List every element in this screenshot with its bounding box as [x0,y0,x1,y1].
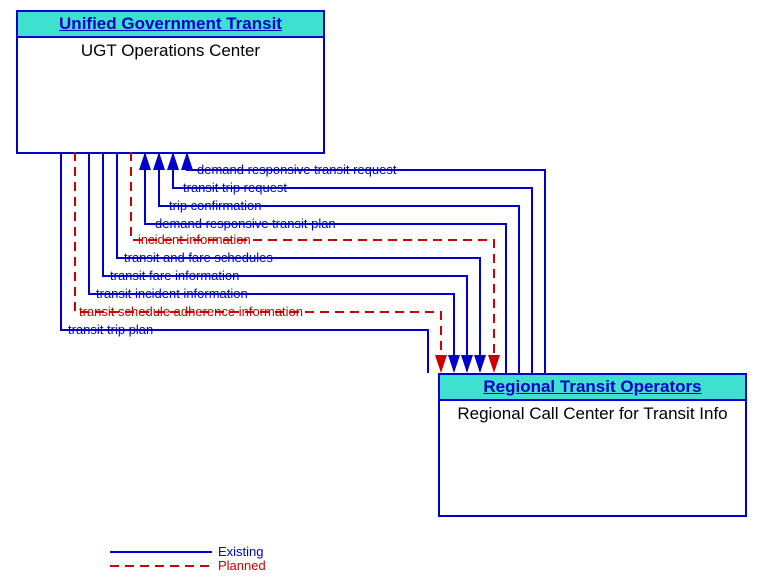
flow-transit-fare-information: transit fare information [110,268,239,283]
flow-demand-responsive-request: demand responsive transit request [197,162,396,177]
flow-schedule-adherence: transit schedule adherence information [79,304,303,319]
flow-transit-fare-schedules: transit and fare schedules [124,250,273,265]
flow-transit-incident-information: transit incident information [96,286,248,301]
flow-incident-information: incident information [138,232,251,247]
flow-demand-responsive-plan: demand responsive transit plan [155,216,336,231]
legend-planned: Planned [218,558,266,573]
flow-transit-trip-request: transit trip request [183,180,287,195]
flow-transit-trip-plan: transit trip plan [68,322,153,337]
legend-existing: Existing [218,544,264,559]
flow-trip-confirmation: trip confirmation [169,198,261,213]
